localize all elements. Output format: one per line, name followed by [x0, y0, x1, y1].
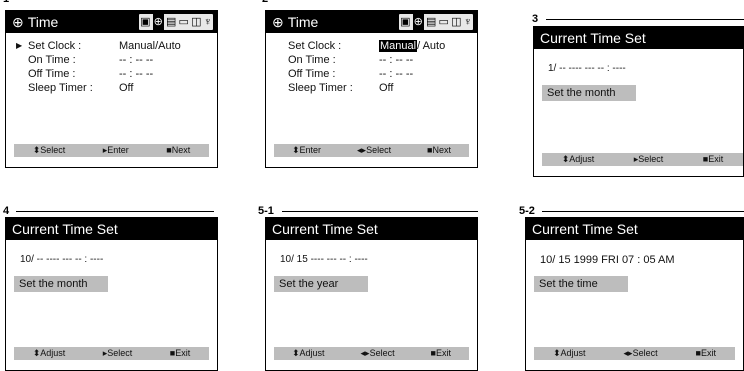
footer-next: ■Next: [427, 145, 451, 155]
set-year-prompt: Set the year: [274, 276, 368, 292]
up-down-icon: ⬍: [291, 348, 300, 358]
menu-label: On Time :: [28, 54, 76, 66]
menu-value: Manual/ Auto: [379, 39, 445, 53]
step-label-1: 1: [3, 0, 9, 5]
menu-label: Off Time :: [28, 68, 76, 80]
menu-value: Off: [119, 82, 134, 94]
footer-next: ■Next: [166, 145, 191, 155]
menu-title: Time: [287, 14, 319, 30]
footer-adjust: ⬍Adjust: [552, 348, 586, 358]
auto-option[interactable]: / Auto: [417, 40, 445, 52]
menu-label: Off Time :: [288, 68, 336, 80]
time-menu-panel-2: ⊕ Time ▣ ⊕ ▤ ▭ ◫ ♆ Set Clock : Manual/ Au…: [265, 10, 478, 168]
antenna-icon[interactable]: ♆: [464, 14, 472, 30]
menu-value: Off: [379, 82, 394, 94]
tuner-icon[interactable]: ◫: [191, 14, 201, 30]
tape-icon[interactable]: ▭: [179, 14, 189, 30]
title-bar: ⊕ Time ▣ ⊕ ▤ ▭ ◫ ♆: [6, 11, 217, 33]
time-set-panel-4: Current Time Set 10/ -- ---- --- -- : --…: [5, 217, 218, 371]
tv-icon[interactable]: ▣: [140, 14, 150, 30]
footer-select: ◂▸Select: [623, 348, 658, 358]
set-time-prompt: Set the time: [534, 276, 628, 292]
footer-select: ◂▸Select: [357, 145, 392, 155]
calendar-icon[interactable]: ▤: [426, 14, 436, 30]
clock-icon: ⊕: [12, 14, 24, 30]
step-rule-3: [546, 19, 744, 20]
footer-exit: ■Exit: [430, 348, 451, 358]
step-rule-4: [16, 211, 214, 212]
footer-select: ▸Select: [633, 154, 664, 164]
tuner-icon[interactable]: ◫: [451, 14, 461, 30]
footer-bar: ⬍Select ▸Enter ■Next: [14, 144, 209, 157]
left-right-icon: ◂▸: [360, 348, 370, 358]
title-bar: ⊕ Time ▣ ⊕ ▤ ▭ ◫ ♆: [266, 11, 477, 33]
menu-label: On Time :: [288, 54, 336, 66]
time-menu-panel-1: ⊕ Time ▣ ⊕ ▤ ▭ ◫ ♆ ▶ Set Clock : Manual/A…: [5, 10, 218, 168]
menu-title: Time: [27, 14, 59, 30]
set-month-prompt: Set the month: [542, 85, 636, 101]
footer-bar: ⬍Adjust ◂▸Select ■Exit: [534, 347, 735, 360]
step-label-5-2: 5-2: [519, 205, 535, 217]
footer-exit: ■Exit: [695, 348, 716, 358]
step-label-2: 2: [262, 0, 268, 5]
footer-adjust: ⬍Adjust: [561, 154, 595, 164]
footer-enter: ▸Enter: [102, 145, 129, 155]
step-label-5-1: 5-1: [258, 205, 274, 217]
tv-icon[interactable]: ▣: [400, 14, 410, 30]
menu-icon-strip: ▣ ⊕ ▤ ▭ ◫ ♆: [399, 14, 473, 30]
title-bar: Current Time Set: [6, 218, 217, 240]
footer-bar: ⬍Adjust ◂▸Select ■Exit: [274, 347, 469, 360]
selector-arrow-icon: ▶: [16, 41, 23, 50]
date-time-readout: 10/ 15 1999 FRI 07 : 05 AM: [540, 254, 675, 266]
menu-label: Sleep Timer :: [288, 82, 353, 94]
footer-adjust: ⬍Adjust: [32, 348, 66, 358]
menu-label: Sleep Timer :: [28, 82, 93, 94]
footer-exit: ■Exit: [169, 348, 191, 358]
calendar-icon[interactable]: ▤: [166, 14, 176, 30]
clock-icon-selected[interactable]: ⊕: [412, 14, 424, 30]
date-time-readout: 1/ -- ---- --- -- : ----: [548, 63, 626, 74]
footer-bar: ⬍Adjust ▸Select ■Exit: [542, 153, 743, 166]
title-bar: Current Time Set: [266, 218, 477, 240]
date-time-readout: 10/ 15 ---- --- -- : ----: [280, 254, 368, 265]
time-set-panel-5-1: Current Time Set 10/ 15 ---- --- -- : --…: [265, 217, 478, 371]
left-right-icon: ◂▸: [357, 145, 367, 155]
menu-icon-strip: ▣ ⊕ ▤ ▭ ◫ ♆: [139, 14, 213, 30]
menu-value: -- : -- --: [119, 68, 154, 80]
menu-label: Set Clock :: [28, 40, 82, 52]
time-set-panel-5-2: Current Time Set 10/ 15 1999 FRI 07 : 05…: [525, 217, 744, 371]
footer-adjust: ⬍Adjust: [291, 348, 325, 358]
footer-bar: ⬍Enter ◂▸Select ■Next: [274, 144, 469, 157]
menu-value: Manual/Auto: [119, 40, 181, 52]
menu-label: Set Clock :: [288, 40, 342, 52]
step-label-4: 4: [3, 205, 10, 217]
manual-option-selected[interactable]: Manual: [379, 40, 418, 52]
footer-select: ▸Select: [102, 348, 133, 358]
footer-bar: ⬍Adjust ▸Select ■Exit: [14, 347, 209, 360]
menu-value: -- : -- --: [379, 54, 414, 66]
step-rule-5-2: [542, 211, 744, 212]
time-set-panel-3: Current Time Set 1/ -- ---- --- -- : ---…: [533, 26, 744, 177]
footer-select: ◂▸Select: [360, 348, 395, 358]
title-bar: Current Time Set: [526, 218, 743, 240]
title-bar: Current Time Set: [534, 27, 743, 49]
footer-exit: ■Exit: [702, 154, 724, 164]
footer-select: ⬍Select: [32, 145, 66, 155]
tape-icon[interactable]: ▭: [439, 14, 449, 30]
clock-icon-selected[interactable]: ⊕: [152, 14, 164, 30]
step-rule-5-1: [282, 211, 478, 212]
antenna-icon[interactable]: ♆: [204, 14, 212, 30]
menu-value: -- : -- --: [119, 54, 154, 66]
left-right-icon: ◂▸: [623, 348, 633, 358]
set-month-prompt: Set the month: [14, 276, 108, 292]
menu-value: -- : -- --: [379, 68, 414, 80]
date-time-readout: 10/ -- ---- --- -- : ----: [20, 254, 104, 265]
footer-enter: ⬍Enter: [291, 145, 322, 155]
up-down-icon: ⬍: [291, 145, 300, 155]
up-down-icon: ⬍: [552, 348, 561, 358]
step-label-3: 3: [532, 13, 539, 25]
clock-icon: ⊕: [272, 14, 284, 30]
